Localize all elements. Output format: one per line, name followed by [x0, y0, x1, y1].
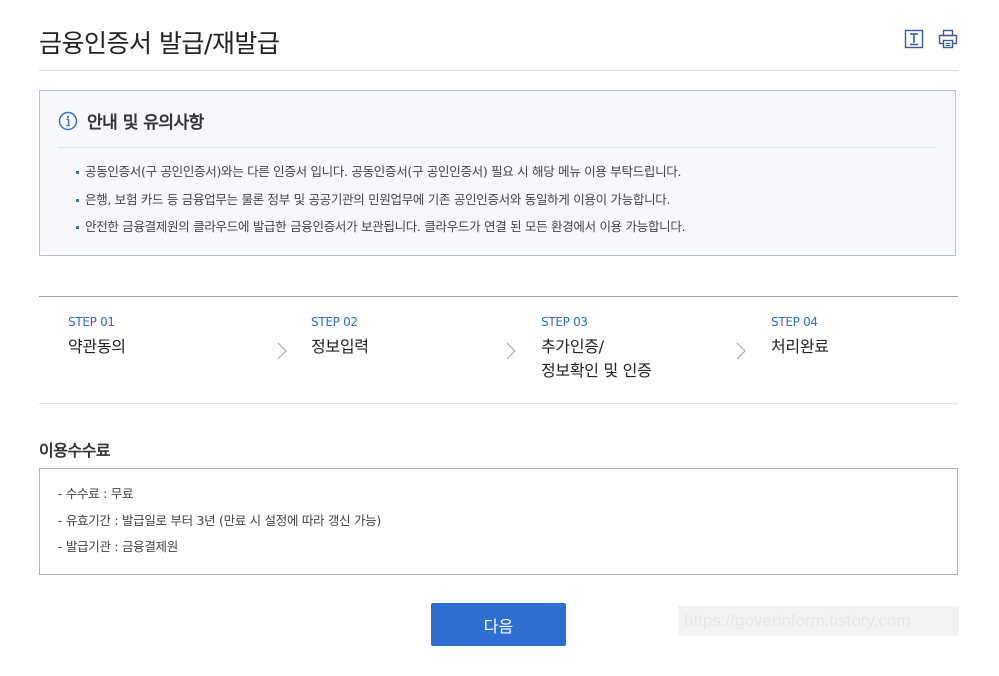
text-size-icon [904, 29, 924, 49]
bullet-icon [76, 198, 79, 202]
notice-item: 은행, 보험 카드 등 금융업무는 물론 정부 및 공공기관의 민원업무에 기존… [76, 191, 685, 219]
step-number: STEP 01 [68, 315, 115, 329]
chevron-right-icon [277, 342, 287, 360]
step-number: STEP 04 [771, 315, 818, 329]
title-divider [39, 70, 958, 71]
notice-item: 공동인증서(구 공인인증서)와는 다른 인증서 입니다. 공동인증서(구 공인인… [76, 163, 685, 191]
step-2: STEP 02 정보입력 [311, 315, 369, 359]
fee-section-title: 이용수수료 [39, 441, 111, 460]
step-label: 약관동의 [68, 337, 126, 356]
step-3: STEP 03 추가인증/ 정보확인 및 인증 [541, 315, 652, 383]
print-button[interactable] [937, 28, 959, 50]
notice-header: 안내 및 유의사항 [58, 108, 204, 133]
chevron-right-icon [506, 342, 516, 360]
step-indicator: STEP 01 약관동의 STEP 02 정보입력 STEP 03 추가인증/ … [39, 296, 958, 404]
fee-item: - 발급기관 : 금융결제원 [58, 539, 178, 554]
notice-divider [58, 147, 937, 148]
notice-item: 안전한 금융결제원의 클라우드에 발급한 금융인증서가 보관됩니다. 클라우드가… [76, 218, 686, 246]
text-size-button[interactable] [903, 28, 925, 50]
fee-item: - 수수료 : 무료 [58, 486, 134, 501]
info-icon [58, 111, 78, 130]
fee-list: - 수수료 : 무료 - 유효기간 : 발급일로 부터 3년 (만료 시 설정에… [58, 485, 381, 565]
fee-item: - 유효기간 : 발급일로 부터 3년 (만료 시 설정에 따라 갱신 가능) [58, 512, 381, 528]
print-icon [938, 29, 958, 49]
step-label: 정보입력 [311, 337, 369, 356]
step-number: STEP 02 [311, 315, 358, 329]
bullet-icon [76, 226, 79, 229]
notice-box: 안내 및 유의사항 공동인증서(구 공인인증서)와는 다른 인증서 입니다. 공… [39, 90, 956, 256]
notice-list: 공동인증서(구 공인인증서)와는 다른 인증서 입니다. 공동인증서(구 공인인… [76, 163, 686, 246]
bullet-icon [76, 171, 79, 174]
next-button[interactable]: 다음 [431, 603, 566, 646]
chevron-right-icon [736, 342, 746, 360]
step-label: 추가인증/ 정보확인 및 인증 [541, 337, 652, 380]
page-tools [903, 28, 959, 50]
step-4: STEP 04 처리완료 [771, 315, 829, 359]
fee-info-box: - 수수료 : 무료 - 유효기간 : 발급일로 부터 3년 (만료 시 설정에… [39, 468, 958, 575]
step-1: STEP 01 약관동의 [68, 315, 126, 359]
page-title: 금융인증서 발급/재발급 [39, 29, 280, 58]
step-number: STEP 03 [541, 315, 588, 329]
step-label: 처리완료 [771, 337, 829, 356]
notice-title: 안내 및 유의사항 [87, 113, 204, 133]
watermark: https://goverinform.tistory.com [678, 606, 959, 636]
